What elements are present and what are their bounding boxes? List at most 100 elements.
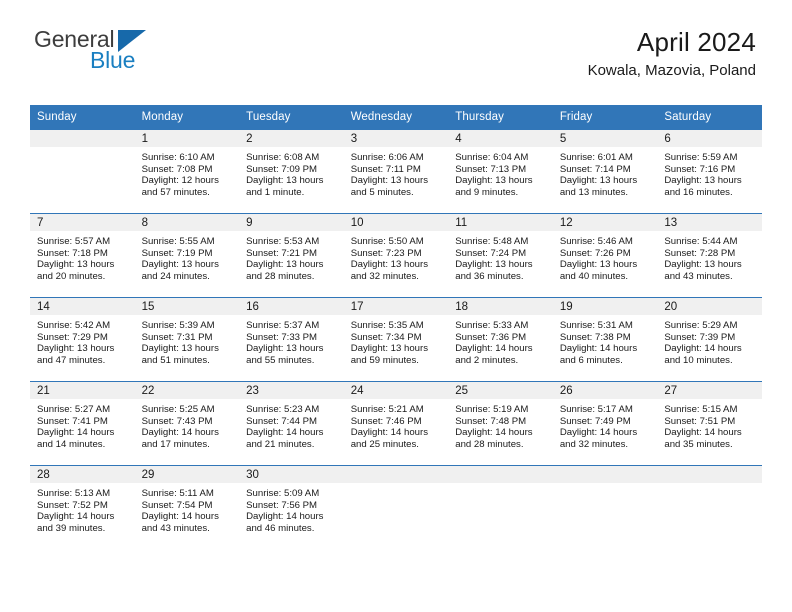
weekday-header-monday: Monday: [134, 105, 240, 129]
day-cell[interactable]: 19 Sunrise: 5:31 AM Sunset: 7:38 PM Dayligh…: [552, 297, 658, 381]
daylight-text-line2: and 32 minutes.: [350, 270, 419, 282]
day-cell[interactable]: 13 Sunrise: 5:44 AM Sunset: 7:28 PM Dayligh…: [657, 213, 762, 297]
day-cell[interactable]: 18 Sunrise: 5:33 AM Sunset: 7:36 PM Dayligh…: [448, 297, 553, 381]
day-number: 17: [343, 298, 449, 315]
sunset-text: Sunset: 7:36 PM: [455, 331, 527, 343]
day-cell-inner: 17 Sunrise: 5:35 AM Sunset: 7:34 PM Dayligh…: [343, 297, 449, 381]
daylight-text-line2: and 47 minutes.: [37, 354, 106, 366]
day-cell[interactable]: 20 Sunrise: 5:29 AM Sunset: 7:39 PM Dayligh…: [657, 297, 762, 381]
daylight-text-line2: and 25 minutes.: [350, 438, 419, 450]
day-details: Sunrise: 5:42 AM Sunset: 7:29 PM Daylight:…: [30, 315, 135, 366]
daylight-text-line1: Daylight: 13 hours: [664, 175, 742, 187]
sunset-text: Sunset: 7:08 PM: [141, 163, 213, 175]
day-cell[interactable]: 22 Sunrise: 5:25 AM Sunset: 7:43 PM Dayligh…: [134, 381, 240, 465]
day-number: 9: [239, 214, 344, 231]
day-cell[interactable]: 25 Sunrise: 5:19 AM Sunset: 7:48 PM Dayligh…: [448, 381, 553, 465]
day-number: 5: [552, 130, 658, 147]
sunrise-text: Sunrise: 5:11 AM: [141, 488, 214, 499]
day-cell[interactable]: 4 Sunrise: 6:04 AM Sunset: 7:13 PM Daylight…: [448, 129, 553, 213]
day-cell[interactable]: 5 Sunrise: 6:01 AM Sunset: 7:14 PM Daylight…: [552, 129, 658, 213]
day-cell[interactable]: 24 Sunrise: 5:21 AM Sunset: 7:46 PM Dayligh…: [343, 381, 449, 465]
sunrise-text: Sunrise: 5:44 AM: [664, 236, 738, 247]
day-details: Sunrise: 5:37 AM Sunset: 7:33 PM Daylight:…: [239, 315, 344, 366]
daylight-text-line2: and 32 minutes.: [559, 438, 629, 450]
page-subtitle: Kowala, Mazovia, Poland: [587, 62, 756, 79]
day-details: Sunrise: 5:15 AM Sunset: 7:51 PM Daylight:…: [657, 399, 762, 450]
day-cell[interactable]: 6 Sunrise: 5:59 AM Sunset: 7:16 PM Daylight…: [657, 129, 762, 213]
day-cell[interactable]: 27 Sunrise: 5:15 AM Sunset: 7:51 PM Dayligh…: [657, 381, 762, 465]
day-cell[interactable]: 26 Sunrise: 5:17 AM Sunset: 7:49 PM Dayligh…: [552, 381, 658, 465]
daylight-text-line1: Daylight: 13 hours: [455, 259, 533, 271]
day-number: 2: [239, 130, 344, 147]
day-number: [343, 466, 449, 483]
day-cell-inner: [657, 465, 762, 549]
sunset-text: Sunset: 7:41 PM: [37, 415, 108, 427]
day-cell[interactable]: 15 Sunrise: 5:39 AM Sunset: 7:31 PM Dayligh…: [134, 297, 240, 381]
day-cell[interactable]: 23 Sunrise: 5:23 AM Sunset: 7:44 PM Dayligh…: [239, 381, 344, 465]
sunrise-text: Sunrise: 5:57 AM: [37, 236, 111, 247]
day-cell-inner: 25 Sunrise: 5:19 AM Sunset: 7:48 PM Dayligh…: [448, 381, 553, 465]
day-number: 16: [239, 298, 344, 315]
sunrise-text: Sunrise: 5:29 AM: [664, 320, 738, 331]
day-cell[interactable]: 1 Sunrise: 6:10 AM Sunset: 7:08 PM Daylight…: [134, 129, 240, 213]
day-details: Sunrise: 5:50 AM Sunset: 7:23 PM Daylight:…: [344, 231, 449, 282]
daylight-text-line2: and 24 minutes.: [141, 270, 210, 282]
day-details: Sunrise: 6:04 AM Sunset: 7:13 PM Daylight:…: [448, 147, 553, 198]
daylight-text-line2: and 43 minutes.: [141, 522, 210, 534]
daylight-text-line2: and 10 minutes.: [664, 354, 733, 366]
day-cell[interactable]: 11 Sunrise: 5:48 AM Sunset: 7:24 PM Dayligh…: [448, 213, 553, 297]
day-cell[interactable]: 10 Sunrise: 5:50 AM Sunset: 7:23 PM Dayligh…: [343, 213, 449, 297]
day-details: Sunrise: 5:19 AM Sunset: 7:48 PM Daylight:…: [448, 399, 553, 450]
day-number: 3: [343, 130, 449, 147]
day-number: 14: [30, 298, 135, 315]
day-cell-inner: 26 Sunrise: 5:17 AM Sunset: 7:49 PM Dayligh…: [552, 381, 658, 465]
day-cell[interactable]: 29 Sunrise: 5:11 AM Sunset: 7:54 PM Dayligh…: [134, 465, 240, 549]
weekday-header-saturday: Saturday: [657, 105, 762, 129]
day-details: Sunrise: 5:59 AM Sunset: 7:16 PM Daylight:…: [657, 147, 762, 198]
daylight-text-line1: Daylight: 14 hours: [664, 343, 742, 355]
calendar-week-row: 28 Sunrise: 5:13 AM Sunset: 7:52 PM Dayligh…: [30, 465, 762, 549]
sunrise-text: Sunrise: 5:53 AM: [246, 236, 320, 247]
day-cell[interactable]: 16 Sunrise: 5:37 AM Sunset: 7:33 PM Dayligh…: [239, 297, 344, 381]
day-cell[interactable]: 3 Sunrise: 6:06 AM Sunset: 7:11 PM Daylight…: [343, 129, 449, 213]
daylight-text-line2: and 21 minutes.: [246, 438, 315, 450]
sunrise-text: Sunrise: 5:55 AM: [141, 236, 215, 247]
sunrise-text: Sunrise: 6:01 AM: [559, 152, 633, 163]
day-number: 23: [239, 382, 344, 399]
sunrise-text: Sunrise: 5:27 AM: [37, 404, 111, 415]
day-number: 25: [448, 382, 553, 399]
daylight-text-line2: and 16 minutes.: [664, 186, 733, 198]
sunrise-text: Sunrise: 5:31 AM: [559, 320, 633, 331]
day-cell[interactable]: 12 Sunrise: 5:46 AM Sunset: 7:26 PM Dayligh…: [552, 213, 658, 297]
sunrise-text: Sunrise: 5:13 AM: [37, 488, 111, 499]
sunset-text: Sunset: 7:16 PM: [664, 163, 736, 175]
logo-text-blue: Blue: [90, 47, 136, 73]
day-cell[interactable]: 21 Sunrise: 5:27 AM Sunset: 7:41 PM Dayligh…: [30, 381, 135, 465]
daylight-text-line2: and 14 minutes.: [37, 438, 106, 450]
day-details: Sunrise: 5:29 AM Sunset: 7:39 PM Daylight:…: [657, 315, 762, 366]
daylight-text-line1: Daylight: 13 hours: [37, 259, 115, 271]
day-cell[interactable]: 8 Sunrise: 5:55 AM Sunset: 7:19 PM Daylight…: [134, 213, 240, 297]
general-blue-logo[interactable]: General Blue: [34, 28, 214, 78]
day-details: Sunrise: 6:08 AM Sunset: 7:09 PM Daylight:…: [239, 147, 344, 198]
day-cell[interactable]: 14 Sunrise: 5:42 AM Sunset: 7:29 PM Dayligh…: [30, 297, 135, 381]
day-cell[interactable]: 2 Sunrise: 6:08 AM Sunset: 7:09 PM Daylight…: [239, 129, 344, 213]
day-details: Sunrise: 5:09 AM Sunset: 7:56 PM Daylight:…: [239, 483, 344, 534]
day-cell-inner: 5 Sunrise: 6:01 AM Sunset: 7:14 PM Daylight…: [552, 129, 658, 213]
day-cell-inner: 2 Sunrise: 6:08 AM Sunset: 7:09 PM Daylight…: [239, 129, 344, 213]
sunrise-text: Sunrise: 6:08 AM: [246, 152, 320, 163]
day-number: 13: [657, 214, 762, 231]
sunrise-text: Sunrise: 5:09 AM: [246, 488, 320, 499]
day-cell-inner: 3 Sunrise: 6:06 AM Sunset: 7:11 PM Daylight…: [343, 129, 449, 213]
daylight-text-line2: and 28 minutes.: [246, 270, 315, 282]
day-cell[interactable]: 17 Sunrise: 5:35 AM Sunset: 7:34 PM Dayligh…: [343, 297, 449, 381]
day-cell-inner: 16 Sunrise: 5:37 AM Sunset: 7:33 PM Dayligh…: [239, 297, 344, 381]
day-cell[interactable]: 30 Sunrise: 5:09 AM Sunset: 7:56 PM Dayligh…: [239, 465, 344, 549]
day-number: [448, 466, 553, 483]
daylight-text-line2: and 1 minute.: [246, 186, 305, 198]
daylight-text-line1: Daylight: 13 hours: [141, 343, 219, 355]
sunset-text: Sunset: 7:29 PM: [37, 331, 108, 343]
day-cell[interactable]: 28 Sunrise: 5:13 AM Sunset: 7:52 PM Dayligh…: [30, 465, 135, 549]
day-cell[interactable]: 9 Sunrise: 5:53 AM Sunset: 7:21 PM Daylight…: [239, 213, 344, 297]
day-cell[interactable]: 7 Sunrise: 5:57 AM Sunset: 7:18 PM Daylight…: [30, 213, 135, 297]
